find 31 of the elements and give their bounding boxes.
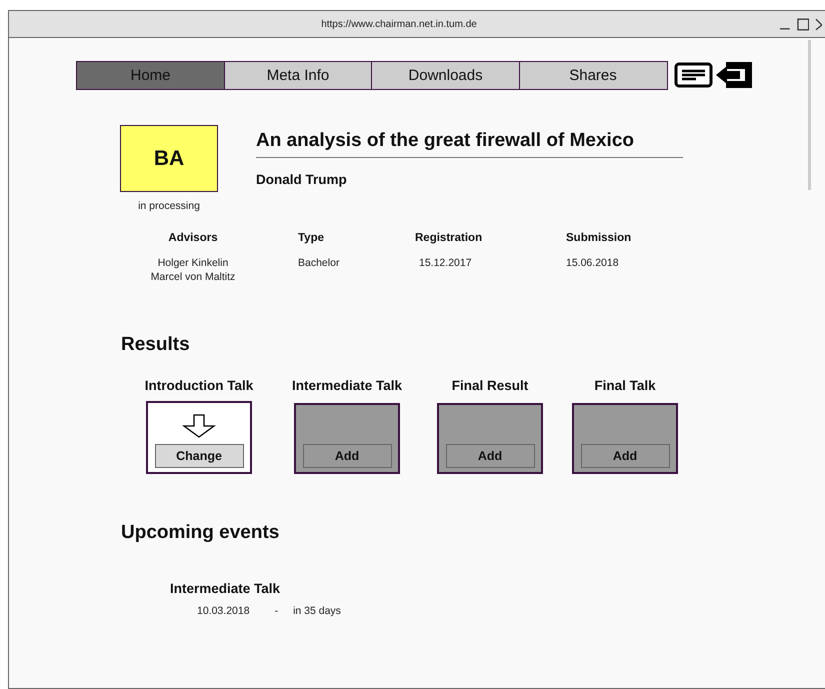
section-heading: Upcoming events (121, 522, 280, 544)
degree-badge: BA (120, 125, 218, 192)
event-date: 10.03.2018 (197, 605, 250, 617)
detail-value: Bachelor (298, 256, 340, 270)
result-title: Final Talk (594, 378, 656, 393)
status-text: in processing (138, 200, 200, 212)
result-title: Final Result (452, 378, 528, 393)
result-title: Introduction Talk (144, 378, 254, 393)
detail-value: Holger Kinkelin (158, 256, 228, 270)
detail-label: Submission (566, 232, 632, 244)
add-button[interactable]: Add (580, 444, 670, 468)
separator-text: - (274, 605, 278, 617)
add-button[interactable]: Add (302, 444, 392, 468)
thesis-title: An analysis of the great firewall of Mexico (256, 130, 683, 158)
nav-tab[interactable]: Shares (518, 60, 668, 90)
window-title: https://www.chairman.net.in.tum.de (320, 18, 478, 30)
event-remaining: in 35 days (293, 605, 341, 617)
detail-value: Marcel von Maltitz (150, 270, 236, 284)
change-button[interactable]: Change (154, 444, 244, 468)
section-heading: Results (121, 334, 191, 356)
nav-tab[interactable]: Downloads (371, 60, 520, 90)
detail-value: 15.06.2018 (566, 256, 619, 270)
nav-tab[interactable]: Meta Info (224, 60, 372, 90)
detail-label: Advisors (168, 232, 218, 244)
detail-value: 15.12.2017 (418, 256, 472, 270)
detail-label: Registration (415, 232, 482, 244)
detail-label: Type (298, 232, 324, 244)
author-name: Donald Trump (256, 172, 348, 187)
event-title: Intermediate Talk (170, 581, 282, 596)
result-title: Intermediate Talk (292, 378, 402, 393)
add-button[interactable]: Add (446, 444, 534, 468)
